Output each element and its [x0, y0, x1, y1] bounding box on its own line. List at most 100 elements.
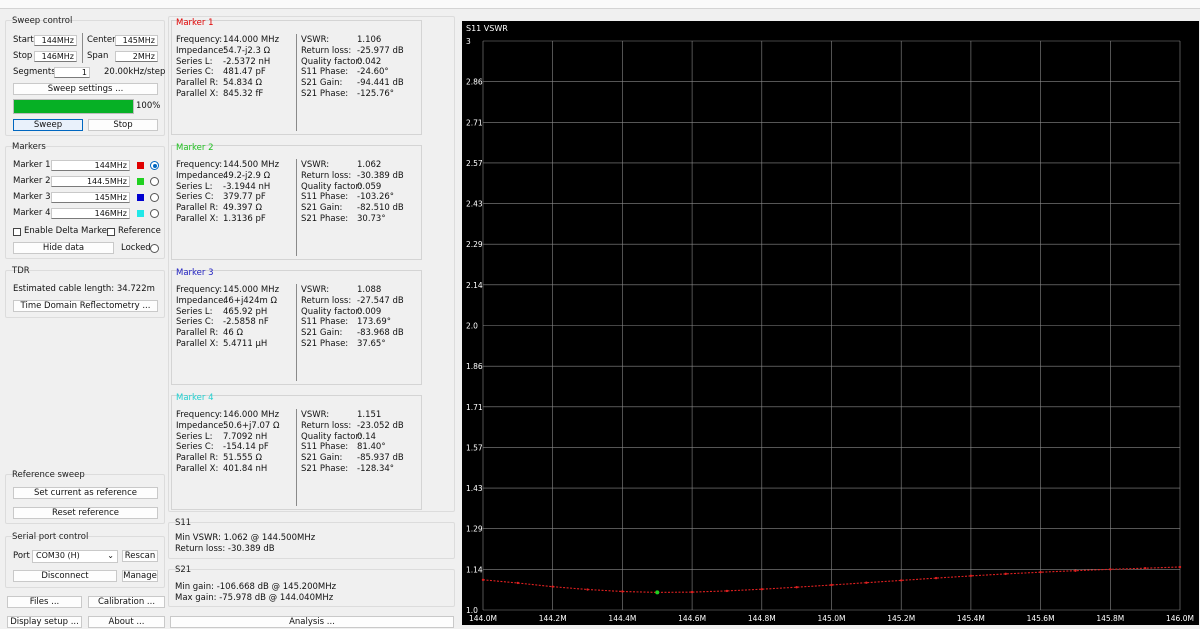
stop-input[interactable]: 146MHz	[34, 51, 77, 62]
marker-1-select-radio[interactable]	[150, 161, 159, 170]
calibration-button[interactable]: Calibration ...	[88, 596, 165, 608]
marker-2-details-title: Marker 2	[176, 143, 214, 153]
marker-3-label: Marker 3	[13, 192, 51, 202]
s21-summary-title: S21	[175, 565, 192, 575]
marker-3-right-row: VSWR: 1.088	[301, 285, 421, 296]
locked-label: Locked	[121, 243, 151, 253]
start-input[interactable]: 144MHz	[34, 35, 77, 46]
s11-vswr-chart[interactable]: S11 VSWR 3 2.86 2.71 2.57 2.43 2.29 2.14 2.0 1.86…	[462, 21, 1199, 625]
hide-data-button[interactable]: Hide data	[13, 242, 114, 254]
detail-key: S21 Phase:	[301, 213, 349, 224]
s11-return-loss: Return loss: -30.389 dB	[175, 544, 275, 554]
detail-value: -94.441 dB	[357, 78, 404, 89]
x-tick-label: 145.0M	[818, 614, 846, 623]
stop-button[interactable]: Stop	[88, 119, 158, 131]
detail-value: -2.5858 nF	[223, 317, 269, 328]
detail-key: S21 Gain:	[301, 203, 343, 214]
y-tick-label: 2.43	[466, 200, 483, 209]
detail-key: Return loss:	[301, 295, 352, 306]
marker-1-frequency-input[interactable]: 144MHz	[51, 160, 130, 171]
detail-value: -2.5372 nH	[223, 56, 271, 67]
marker-2-left-row: Parallel X: 1.3136 pF	[176, 214, 294, 225]
s11-summary-title: S11	[175, 518, 192, 528]
detail-key: Frequency:	[176, 285, 223, 295]
analysis-button[interactable]: Analysis ...	[170, 616, 454, 628]
marker-1-left-row: Parallel X: 845.32 fF	[176, 89, 294, 100]
marker-3-right-row: S21 Phase: 37.65°	[301, 339, 421, 350]
vswr-data-point	[865, 581, 868, 584]
vswr-data-point	[551, 585, 554, 588]
x-tick-label: 144.8M	[748, 614, 776, 623]
detail-value: 144.000 MHz	[223, 35, 280, 45]
reset-reference-button[interactable]: Reset reference	[13, 507, 158, 519]
x-tick-label: 145.8M	[1096, 614, 1124, 623]
vswr-data-point	[830, 583, 833, 587]
about-button[interactable]: About ...	[88, 616, 165, 628]
center-input[interactable]: 145MHz	[115, 35, 158, 46]
marker-1-details-title: Marker 1	[176, 18, 214, 28]
marker-4-right-row: S11 Phase: 81.40°	[301, 442, 421, 453]
sweep-button[interactable]: Sweep	[13, 119, 83, 131]
span-input[interactable]: 2MHz	[115, 51, 158, 62]
detail-key: S11 Phase:	[301, 192, 349, 203]
detail-key: VSWR:	[301, 35, 330, 45]
marker-2-select-radio[interactable]	[150, 177, 159, 186]
marker-3-left-row: Parallel X: 5.4711 µH	[176, 339, 294, 350]
marker-1-right-row: VSWR: 1.106	[301, 35, 421, 46]
vswr-data-point	[969, 574, 973, 578]
marker-3-select-radio[interactable]	[150, 193, 159, 202]
marker-1-color-swatch[interactable]	[137, 162, 144, 169]
manage-button[interactable]: Manage	[122, 570, 158, 582]
marker-1-right-row: Quality factor: 0.042	[301, 57, 421, 68]
files-button[interactable]: Files ...	[7, 596, 82, 608]
sweep-settings-button[interactable]: Sweep settings ...	[13, 83, 158, 95]
marker-3-left-row: Series C: -2.5858 nF	[176, 317, 294, 328]
s21-max-gain: Max gain: -75.978 dB @ 144.040MHz	[175, 593, 334, 603]
vswr-data-point	[934, 576, 938, 580]
detail-key: S21 Gain:	[301, 328, 343, 339]
detail-key: Frequency:	[176, 410, 223, 420]
x-tick-label: 144.6M	[678, 614, 706, 623]
y-tick-label: 1.86	[466, 362, 483, 371]
marker-3-right-row: S11 Phase: 173.69°	[301, 317, 421, 328]
marker-4-left-row: Frequency: 146.000 MHz	[176, 410, 294, 421]
vswr-data-point	[1039, 570, 1042, 574]
x-tick-label: 145.4M	[957, 614, 985, 623]
marker-2-color-swatch[interactable]	[137, 178, 144, 185]
segments-input[interactable]: 1	[54, 67, 90, 78]
marker-3-right-row: Quality factor: 0.009	[301, 307, 421, 318]
port-select[interactable]: COM30 (H) ⌄	[32, 550, 118, 563]
locked-radio[interactable]	[150, 244, 159, 253]
disconnect-button[interactable]: Disconnect	[13, 570, 117, 582]
detail-value: 5.4711 µH	[223, 338, 268, 349]
marker-4-color-swatch[interactable]	[137, 210, 144, 217]
detail-value: 146.000 MHz	[223, 410, 280, 420]
marker-2-frequency-input[interactable]: 144.5MHz	[51, 176, 130, 187]
set-reference-button[interactable]: Set current as reference	[13, 487, 158, 499]
detail-value: 481.47 pF	[223, 67, 266, 78]
marker-2-right-row: Quality factor: 0.059	[301, 182, 421, 193]
tdr-button[interactable]: Time Domain Reflectometry ...	[13, 300, 158, 312]
detail-value: 30.73°	[357, 213, 386, 224]
marker-4-frequency-input[interactable]: 146MHz	[51, 208, 130, 219]
marker-3-color-swatch[interactable]	[137, 194, 144, 201]
detail-key: Return loss:	[301, 45, 352, 56]
marker-4-select-radio[interactable]	[150, 209, 159, 218]
vswr-data-point	[1074, 569, 1077, 572]
marker-4-right-row: VSWR: 1.151	[301, 410, 421, 421]
detail-value: -82.510 dB	[357, 203, 404, 214]
vswr-data-point	[1109, 568, 1112, 571]
marker-4-left-row: Series L: 7.7092 nH	[176, 432, 294, 443]
marker-4-left-row: Parallel R: 51.555 Ω	[176, 453, 294, 464]
y-tick-label: 1.14	[466, 565, 483, 574]
reference-checkbox[interactable]	[107, 228, 115, 236]
step-size-text: 20.00kHz/step	[104, 67, 166, 77]
display-setup-button[interactable]: Display setup ...	[7, 616, 82, 628]
x-tick-label: 146.0M	[1166, 614, 1194, 623]
enable-delta-marker-checkbox[interactable]	[13, 228, 21, 236]
detail-value: -103.26°	[357, 192, 395, 203]
chart-title: S11 VSWR	[466, 24, 508, 33]
vswr-data-point	[1143, 566, 1147, 570]
rescan-button[interactable]: Rescan	[122, 550, 158, 562]
marker-3-frequency-input[interactable]: 145MHz	[51, 192, 130, 203]
